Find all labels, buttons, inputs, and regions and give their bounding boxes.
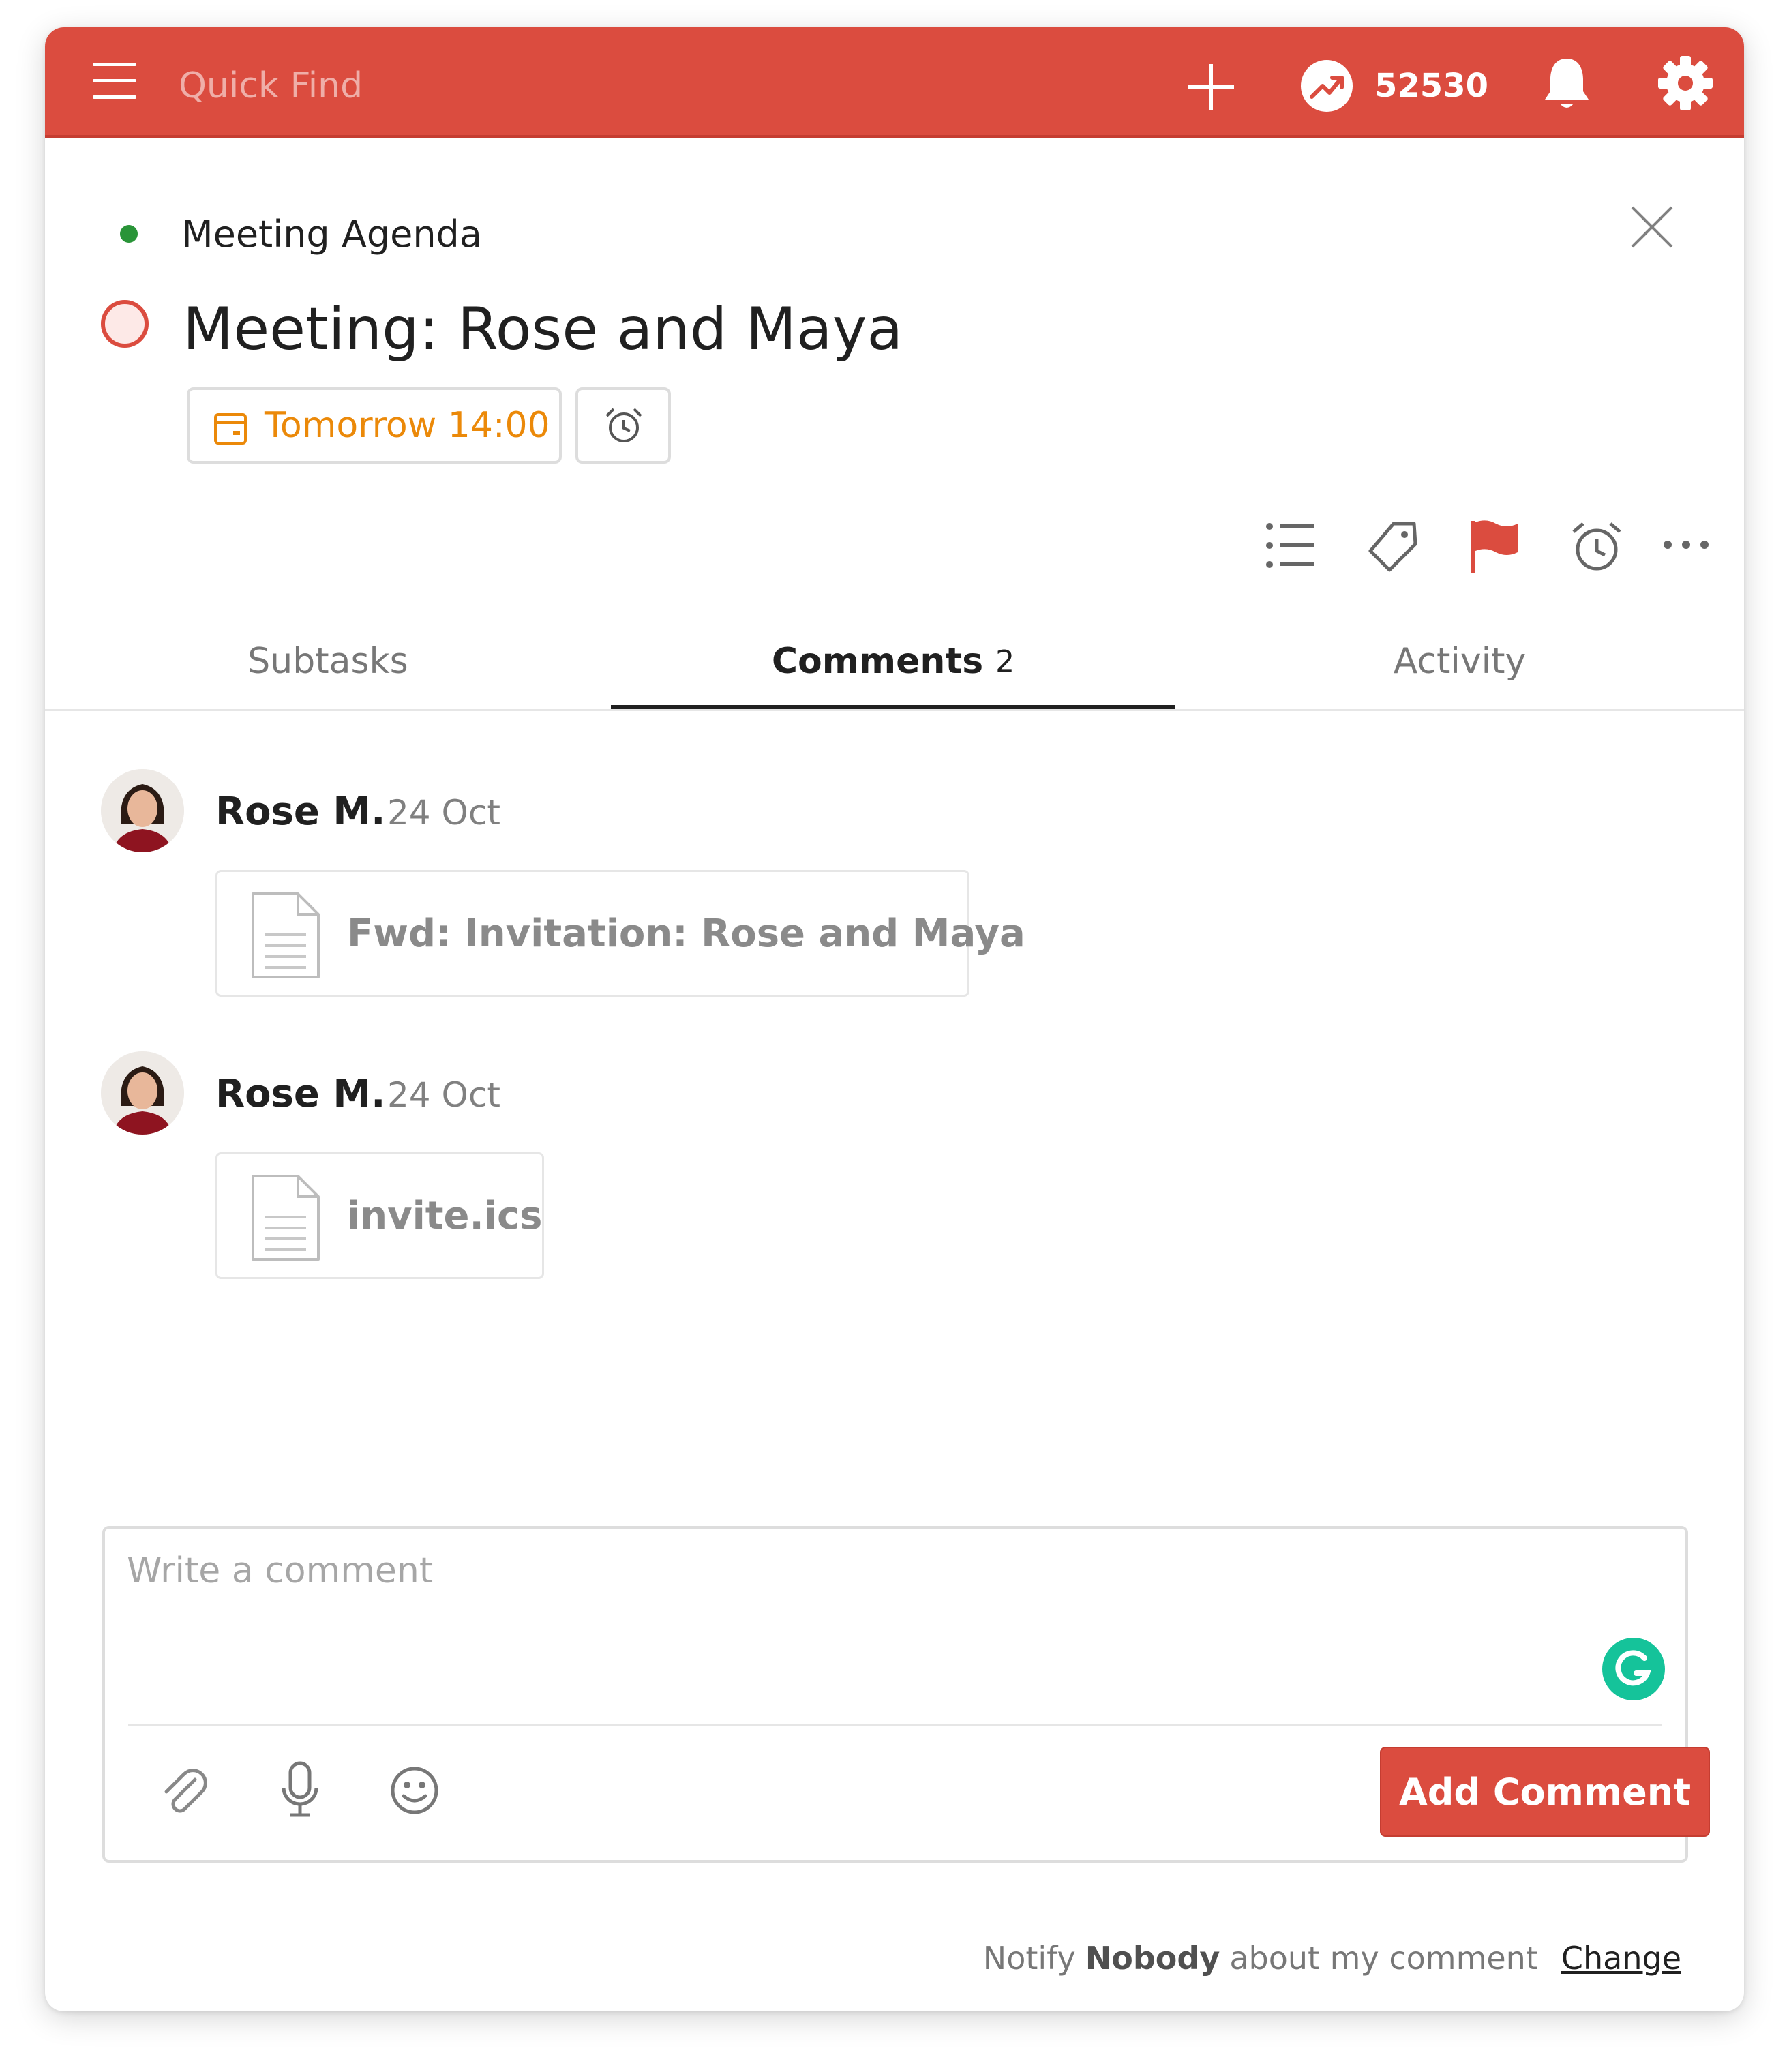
attachment-name: invite.ics: [347, 1193, 543, 1238]
notify-prefix: Notify: [982, 1940, 1076, 1977]
attachment-card[interactable]: invite.ics: [215, 1152, 544, 1279]
plus-icon[interactable]: [1185, 61, 1237, 113]
complete-task-checkbox[interactable]: [101, 300, 149, 348]
attachment-name: Fwd: Invitation: Rose and Maya: [347, 911, 1025, 956]
karma-trend-icon[interactable]: [1298, 57, 1355, 115]
file-document-icon: [249, 1173, 322, 1262]
due-date-button[interactable]: Tomorrow 14:00: [187, 387, 562, 464]
bell-icon[interactable]: [1539, 55, 1594, 112]
comment-input[interactable]: [125, 1549, 1655, 1634]
tab-activity-label: Activity: [1393, 641, 1527, 682]
gear-icon[interactable]: [1657, 55, 1714, 112]
comments-count: 2: [995, 644, 1015, 679]
active-tab-indicator: [611, 705, 1175, 709]
tab-subtasks-label: Subtasks: [247, 641, 408, 682]
tab-comments[interactable]: Comments 2: [611, 627, 1175, 695]
quick-find-input[interactable]: Quick Find: [179, 65, 363, 106]
add-comment-button[interactable]: Add Comment: [1380, 1747, 1710, 1837]
priority-flag-icon[interactable]: [1469, 518, 1520, 574]
hamburger-menu-icon[interactable]: [90, 56, 139, 105]
alarm-clock-icon: [604, 406, 644, 446]
emoji-icon[interactable]: [389, 1765, 440, 1816]
avatar[interactable]: [101, 769, 184, 852]
task-title[interactable]: Meeting: Rose and Maya: [183, 292, 903, 367]
comment-date: 24 Oct: [387, 793, 500, 832]
close-icon[interactable]: [1627, 202, 1677, 252]
calendar-icon: [213, 410, 248, 446]
karma-score[interactable]: 52530: [1374, 64, 1488, 108]
tab-subtasks[interactable]: Subtasks: [45, 627, 611, 695]
reminder-alarm-icon[interactable]: [1569, 520, 1624, 574]
notify-line: Notify Nobody about my comment Change: [983, 1931, 1681, 1985]
project-name[interactable]: Meeting Agenda: [181, 209, 482, 259]
label-tag-icon[interactable]: [1366, 520, 1419, 574]
notify-recipients: Nobody: [1085, 1940, 1220, 1977]
file-document-icon: [249, 891, 322, 980]
tab-comments-label: Comments: [771, 641, 984, 682]
reminder-button[interactable]: [575, 387, 671, 464]
comment-author: Rose M.: [215, 1071, 386, 1116]
top-bar: Quick Find 52530: [45, 27, 1744, 138]
task-detail-window: Quick Find 52530 Meeting Agenda Meeting:…: [45, 27, 1744, 2011]
notify-suffix: about my comment: [1229, 1940, 1538, 1977]
comment-editor: Add Comment: [102, 1526, 1710, 1863]
subtasks-list-icon[interactable]: [1264, 521, 1316, 570]
paperclip-icon[interactable]: [160, 1765, 209, 1819]
project-color-dot: [120, 225, 138, 243]
attachment-card[interactable]: Fwd: Invitation: Rose and Maya: [215, 870, 1025, 997]
tabs-divider: [45, 709, 1744, 711]
due-date-label: Tomorrow 14:00: [265, 405, 550, 446]
grammarly-icon[interactable]: [1602, 1638, 1665, 1700]
comment-author: Rose M.: [215, 789, 386, 834]
more-options-icon[interactable]: [1662, 535, 1710, 555]
tab-activity[interactable]: Activity: [1175, 627, 1744, 695]
microphone-icon[interactable]: [278, 1760, 322, 1820]
change-notify-link[interactable]: Change: [1561, 1940, 1681, 1977]
avatar[interactable]: [101, 1051, 184, 1135]
comment-date: 24 Oct: [387, 1075, 500, 1115]
editor-divider: [128, 1724, 1662, 1726]
